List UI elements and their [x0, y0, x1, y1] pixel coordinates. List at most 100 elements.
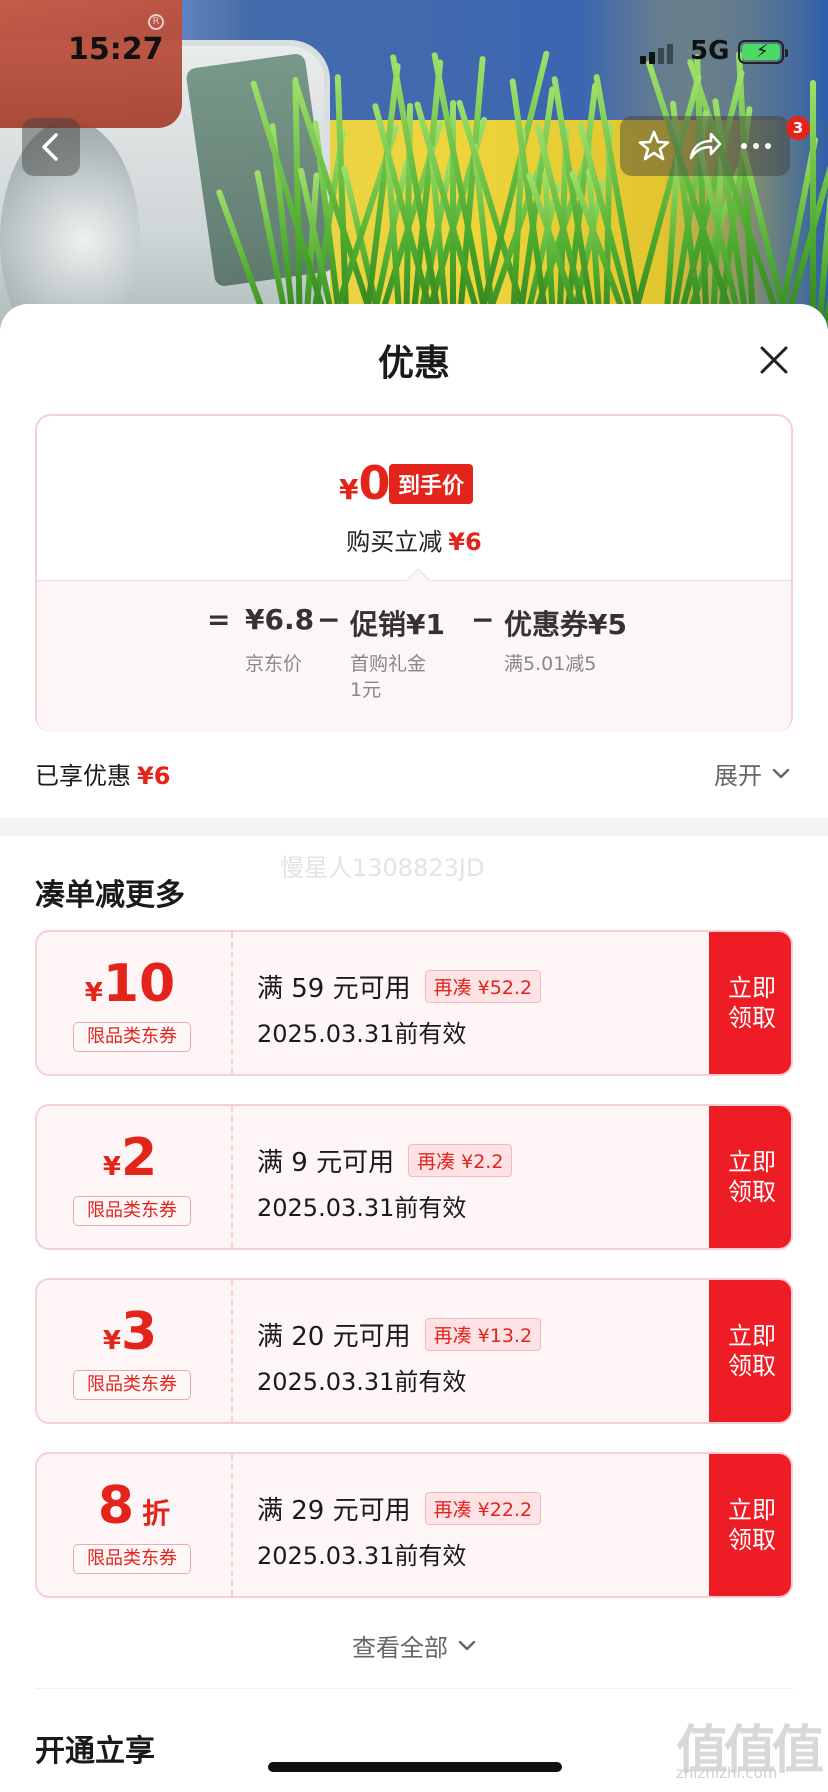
- instant-discount-label: 购买立减: [346, 528, 443, 556]
- final-price-currency: ¥: [339, 473, 359, 506]
- discount-sheet: 优惠 ¥0.8 到手价 购买立减¥6 = ¥6.8 京东价 − 促销¥1 首购礼…: [0, 304, 828, 1792]
- coupon-condition: 满 20 元可用: [257, 1322, 411, 1352]
- coupon-label: 满5.01减5: [504, 653, 597, 675]
- claim-coupon-button[interactable]: 立即领取: [709, 1280, 791, 1422]
- expand-button[interactable]: 展开: [714, 756, 790, 791]
- share-button[interactable]: [683, 124, 727, 168]
- minus-sign: −: [317, 603, 341, 636]
- coupon-face: 8 折限品类东券: [37, 1454, 231, 1596]
- signal-icon: [640, 44, 673, 64]
- claim-coupon-button[interactable]: 立即领取: [709, 932, 791, 1074]
- user-watermark: 慢星人1308823JD: [280, 854, 485, 882]
- coupon-condition-row: 满 59 元可用 再凑 ¥52.2: [257, 968, 542, 1005]
- coupon-validity: 2025.03.31前有效: [257, 1542, 467, 1570]
- enjoyed-amount: ¥6: [137, 762, 171, 790]
- section-divider: [0, 818, 828, 836]
- open-section-title: 开通立享: [35, 1734, 155, 1769]
- coupon-value: 2: [120, 1128, 158, 1188]
- battery-icon: ⚡: [738, 40, 788, 64]
- promo-value: 促销¥1: [350, 608, 445, 641]
- coupon-category: 限品类东券: [73, 1022, 191, 1052]
- coupon-face: ¥3 限品类东券: [37, 1280, 231, 1422]
- favorite-button[interactable]: [632, 124, 676, 168]
- coupon-face: ¥10 限品类东券: [37, 932, 231, 1074]
- coupon-face: ¥2 限品类东券: [37, 1106, 231, 1248]
- price-breakdown: = ¥6.8 京东价 − 促销¥1 首购礼金 1元 − 优惠券¥5 满5.01减…: [37, 568, 791, 732]
- share-icon: [689, 132, 722, 160]
- claim-coupon-button[interactable]: 立即领取: [709, 1106, 791, 1248]
- sheet-title: 优惠: [377, 343, 450, 384]
- expand-label: 展开: [714, 762, 762, 790]
- view-all-label: 查看全部: [352, 1634, 448, 1662]
- view-all-button[interactable]: 查看全部: [0, 1628, 828, 1663]
- coupon-perforation: [231, 1106, 233, 1248]
- coupon-card: ¥3 限品类东券 满 20 元可用 再凑 ¥13.2 2025.03.31前有效 立即领取: [35, 1278, 793, 1424]
- enjoyed-discount: 已享优惠 ¥6: [35, 756, 170, 791]
- coupon-condition: 满 59 元可用: [257, 974, 411, 1004]
- coupon-condition-row: 满 9 元可用 再凑 ¥2.2: [257, 1142, 513, 1179]
- status-time: 15:27: [68, 32, 164, 67]
- promo-label-2: 1元: [350, 679, 382, 701]
- coupon-card: 8 折限品类东券满 29 元可用 再凑 ¥22.2 2025.03.31前有效 立即领取: [35, 1452, 793, 1598]
- coupon-category: 限品类东券: [73, 1544, 191, 1574]
- jd-price-value: ¥6.8: [245, 603, 315, 636]
- more-button[interactable]: [734, 124, 778, 168]
- star-icon: [638, 130, 669, 161]
- claim-coupon-button[interactable]: 立即领取: [709, 1454, 791, 1596]
- coupon-amount: 8折: [37, 1476, 231, 1536]
- coupon-condition-row: 满 20 元可用 再凑 ¥13.2: [257, 1316, 542, 1353]
- back-icon: [42, 133, 58, 161]
- coupon-unit: 折: [142, 1497, 171, 1530]
- chevron-down-icon: [458, 1640, 476, 1650]
- coupon-amount: ¥3: [37, 1302, 231, 1362]
- nav-action-group: [620, 116, 790, 176]
- coupon-remaining: 再凑 ¥13.2: [424, 1318, 542, 1351]
- jd-price-label: 京东价: [245, 653, 303, 675]
- section-divider-line: [35, 1688, 793, 1689]
- coupon-category: 限品类东券: [73, 1370, 191, 1400]
- coupon-perforation: [231, 932, 233, 1074]
- chevron-down-icon: [772, 768, 790, 778]
- coupon-value: 8: [97, 1476, 135, 1536]
- more-icon: [741, 143, 772, 149]
- coupon-condition: 满 29 元可用: [257, 1496, 411, 1526]
- instant-discount-amount: ¥6: [448, 528, 482, 556]
- coupon-condition: 满 9 元可用: [257, 1148, 395, 1178]
- coupon-category: 限品类东券: [73, 1196, 191, 1226]
- coupon-card: ¥10 限品类东券 满 59 元可用 再凑 ¥52.2 2025.03.31前有效 立即领…: [35, 930, 793, 1076]
- more-section-title: 凑单减更多: [35, 878, 185, 913]
- close-icon: [760, 346, 788, 374]
- instant-discount: 购买立减 ¥6: [37, 522, 791, 557]
- price-summary-top: ¥0.8 到手价 购买立减¥6: [37, 416, 791, 576]
- coupon-currency: ¥: [102, 1326, 121, 1356]
- coupon-remaining: 再凑 ¥22.2: [424, 1492, 542, 1525]
- site-watermark-url: zhizhizhi.com: [676, 1764, 778, 1782]
- coupon-currency: ¥: [84, 978, 103, 1008]
- grass-blade: [292, 76, 303, 330]
- close-button[interactable]: [754, 340, 794, 380]
- coupon-validity: 2025.03.31前有效: [257, 1020, 467, 1048]
- price-summary-card: ¥0.8 到手价 购买立减¥6 = ¥6.8 京东价 − 促销¥1 首购礼金 1…: [35, 414, 793, 732]
- back-button[interactable]: [22, 118, 80, 176]
- coupon-perforation: [231, 1454, 233, 1596]
- equals-sign: =: [207, 603, 231, 636]
- coupon-validity: 2025.03.31前有效: [257, 1368, 467, 1396]
- minus-sign-2: −: [471, 603, 495, 636]
- coupon-amount: ¥2: [37, 1128, 231, 1188]
- coupon-amount: ¥10: [37, 954, 231, 1014]
- coupon-value: 10: [102, 954, 176, 1014]
- network-type: 5G: [690, 36, 730, 66]
- coupon-remaining: 再凑 ¥2.2: [408, 1144, 513, 1177]
- notification-badge: 3: [786, 116, 810, 140]
- coupon-value: 3: [120, 1302, 158, 1362]
- enjoyed-label: 已享优惠: [35, 762, 131, 790]
- coupon-perforation: [231, 1280, 233, 1422]
- coupon-currency: ¥: [102, 1152, 121, 1182]
- promo-label-1: 首购礼金: [350, 653, 427, 675]
- coupon-value: 优惠券¥5: [504, 608, 627, 641]
- status-bar: 15:27 5G ⚡: [0, 0, 828, 100]
- coupon-card: ¥2 限品类东券 满 9 元可用 再凑 ¥2.2 2025.03.31前有效 立即领取: [35, 1104, 793, 1250]
- coupon-validity: 2025.03.31前有效: [257, 1194, 467, 1222]
- home-indicator[interactable]: [268, 1762, 562, 1772]
- final-price-tag: 到手价: [389, 464, 474, 504]
